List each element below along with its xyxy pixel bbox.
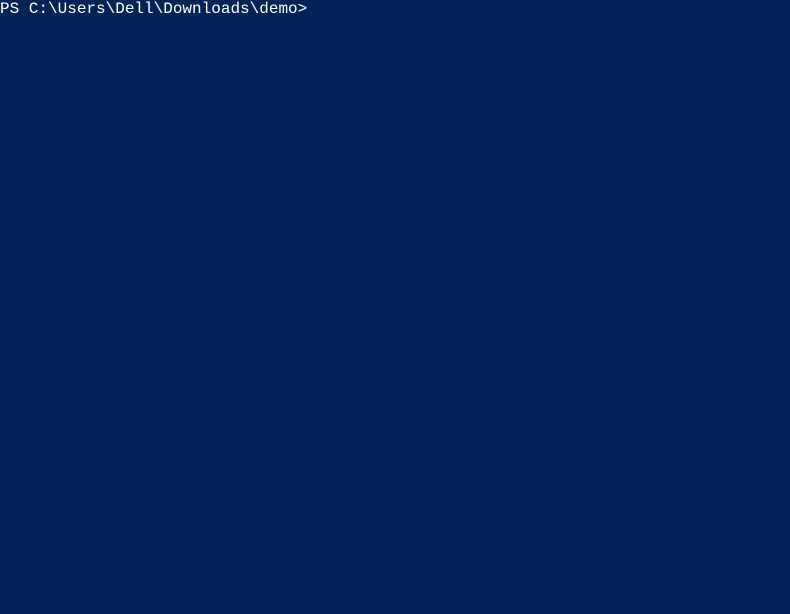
- command-input[interactable]: [311, 0, 790, 18]
- powershell-terminal[interactable]: PS C:\Users\Dell\Downloads\demo>: [0, 0, 790, 614]
- prompt-line: PS C:\Users\Dell\Downloads\demo>: [0, 0, 790, 19]
- prompt-text: PS C:\Users\Dell\Downloads\demo>: [0, 0, 307, 19]
